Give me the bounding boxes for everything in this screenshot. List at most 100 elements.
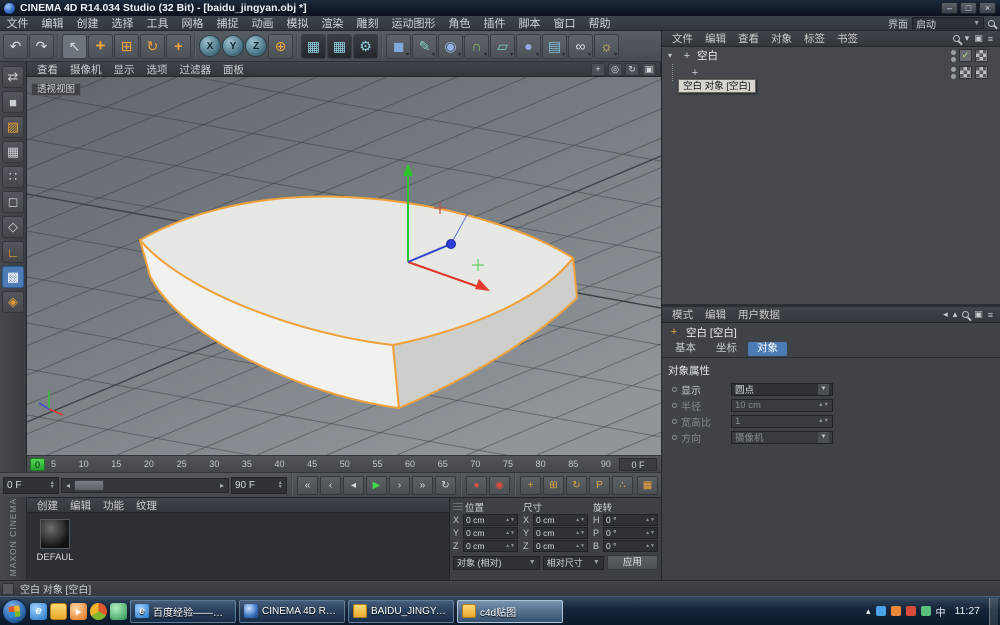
animation-dot[interactable] bbox=[672, 419, 677, 424]
move-tool-icon[interactable]: + bbox=[88, 34, 113, 59]
menu-item-6[interactable]: 捕捉 bbox=[210, 15, 245, 31]
edges-mode-icon[interactable]: ◻ bbox=[2, 191, 24, 213]
render-picture-viewer-icon[interactable]: ▦▾ bbox=[327, 34, 352, 59]
taskbar-task-cinema4d[interactable]: CINEMA 4D R14.... bbox=[239, 600, 345, 623]
size-y-field[interactable]: 0 cm▲▼ bbox=[533, 527, 588, 539]
animation-dot[interactable] bbox=[672, 387, 677, 392]
taskbar-task-baidu-folder[interactable]: BAIDU_JINGYAN ... bbox=[348, 600, 454, 623]
tab-basic[interactable]: 基本 bbox=[666, 342, 705, 356]
menu-item-10[interactable]: 雕刻 bbox=[350, 15, 385, 31]
pos-y-field[interactable]: 0 cm▲▼ bbox=[463, 527, 518, 539]
loop-icon[interactable]: ↻ bbox=[435, 476, 456, 495]
tab-object[interactable]: 对象 bbox=[748, 342, 787, 356]
apply-button[interactable]: 应用 bbox=[607, 555, 658, 570]
om-menu-item-3[interactable]: 对象 bbox=[765, 31, 798, 46]
menu-item-8[interactable]: 模拟 bbox=[280, 15, 315, 31]
menu-item-14[interactable]: 脚本 bbox=[512, 15, 547, 31]
make-editable-icon[interactable]: ⇄ bbox=[2, 66, 24, 88]
add-light-icon[interactable]: ☼▾ bbox=[594, 34, 619, 59]
visibility-dots[interactable] bbox=[951, 50, 956, 62]
am-menu-item-1[interactable]: 编辑 bbox=[699, 307, 732, 322]
search-icon[interactable] bbox=[988, 20, 995, 27]
am-up-icon[interactable]: ▴ bbox=[953, 309, 958, 320]
rot-h-field[interactable]: 0 °▲▼ bbox=[603, 514, 658, 526]
rot-p-field[interactable]: 0 °▲▼ bbox=[603, 527, 658, 539]
texture-tag-icon[interactable] bbox=[975, 49, 988, 62]
add-environment-icon[interactable]: ●▾ bbox=[516, 34, 541, 59]
viewport-menu-item-3[interactable]: 选项 bbox=[141, 62, 174, 77]
key-parameter-icon[interactable]: P bbox=[589, 476, 610, 495]
frame-slider[interactable]: ◂ ▸ bbox=[61, 478, 229, 493]
slider-left-arrow-icon[interactable]: ◂ bbox=[62, 481, 74, 490]
last-tool-icon[interactable]: + bbox=[166, 34, 191, 59]
material-menu-item-2[interactable]: 功能 bbox=[97, 498, 130, 513]
coord-mode-dropdown[interactable]: 对象 (相对)▼ bbox=[453, 556, 540, 570]
undo-icon[interactable]: ↶ bbox=[3, 34, 28, 59]
phong-tag-icon[interactable]: ✓ bbox=[959, 49, 972, 62]
om-menu-item-2[interactable]: 查看 bbox=[732, 31, 765, 46]
prev-key-icon[interactable]: ‹ bbox=[320, 476, 341, 495]
points-mode-icon[interactable]: ∷ bbox=[2, 166, 24, 188]
om-menu-item-4[interactable]: 标签 bbox=[798, 31, 831, 46]
key-scale-icon[interactable]: ⊞ bbox=[543, 476, 564, 495]
language-indicator[interactable]: 中 bbox=[936, 604, 946, 619]
animation-dot[interactable] bbox=[672, 403, 677, 408]
texture-mode-icon[interactable]: ▨ bbox=[2, 116, 24, 138]
material-menu-item-3[interactable]: 纹理 bbox=[130, 498, 163, 513]
animation-dot[interactable] bbox=[672, 435, 677, 440]
play-forward-icon[interactable]: ▶ bbox=[366, 476, 387, 495]
om-filter-icon[interactable]: ▾ bbox=[965, 33, 970, 44]
object-name[interactable]: 空白 bbox=[697, 48, 718, 63]
live-selection-icon[interactable]: ↖ bbox=[62, 34, 87, 59]
add-link-icon[interactable]: ∞▾ bbox=[568, 34, 593, 59]
viewport-menu-item-5[interactable]: 面板 bbox=[217, 62, 250, 77]
quicklaunch-app-icon[interactable] bbox=[110, 603, 127, 620]
animation-options-icon[interactable]: ▦ bbox=[637, 476, 658, 495]
tray-icon-green[interactable] bbox=[921, 606, 931, 616]
render-settings-icon[interactable]: ⚙▾ bbox=[353, 34, 378, 59]
lock-z-axis-button[interactable]: Z bbox=[245, 35, 267, 57]
tab-coordinates[interactable]: 坐标 bbox=[707, 342, 746, 356]
record-keyframe-icon[interactable]: ● bbox=[466, 476, 487, 495]
snap-mode-icon[interactable]: ◈ bbox=[2, 291, 24, 313]
am-menu-item-0[interactable]: 模式 bbox=[666, 307, 699, 322]
timeline-ruler[interactable]: 0 51015202530354045505560657075808590 0 … bbox=[27, 455, 661, 472]
expander-icon[interactable]: ▾ bbox=[668, 51, 677, 60]
material-menu-item-0[interactable]: 创建 bbox=[31, 498, 64, 513]
autokey-icon[interactable]: ◉ bbox=[489, 476, 510, 495]
am-layout-icon[interactable]: ≡ bbox=[988, 310, 993, 320]
taskbar-task-baidu[interactable]: e 百度经验——实用... bbox=[130, 600, 236, 623]
frame-end-field[interactable]: 90 F ▲▼ bbox=[231, 477, 287, 494]
viewport-menu-item-0[interactable]: 查看 bbox=[31, 62, 64, 77]
tray-icon-blue[interactable] bbox=[876, 606, 886, 616]
display-dropdown[interactable]: 圆点 ▼ bbox=[731, 383, 833, 396]
rotate-view-icon[interactable]: ↻ bbox=[625, 63, 639, 76]
show-desktop-button[interactable] bbox=[989, 598, 998, 625]
om-menu-item-5[interactable]: 书签 bbox=[831, 31, 864, 46]
add-generator-icon[interactable]: ◉▾ bbox=[438, 34, 463, 59]
redo-icon[interactable]: ↷ bbox=[29, 34, 54, 59]
viewport-menu-item-2[interactable]: 显示 bbox=[108, 62, 141, 77]
next-frame-icon[interactable]: › bbox=[389, 476, 410, 495]
object-tree[interactable]: ▾ + 空白 ✓ + 空白 对象 [空白] bbox=[662, 47, 1000, 307]
add-floor-icon[interactable]: ▱▾ bbox=[490, 34, 515, 59]
taskbar-task-c4d-textures[interactable]: c4d贴图 bbox=[457, 600, 563, 623]
spinner-icon[interactable]: ▲▼ bbox=[278, 481, 283, 490]
quicklaunch-folder-icon[interactable] bbox=[50, 603, 67, 620]
menu-item-2[interactable]: 创建 bbox=[70, 15, 105, 31]
add-deformer-icon[interactable]: ∩▾ bbox=[464, 34, 489, 59]
key-pla-icon[interactable]: ∴ bbox=[612, 476, 633, 495]
size-z-field[interactable]: 0 cm▲▼ bbox=[533, 540, 588, 552]
coordinate-system-icon[interactable]: ⊕ bbox=[268, 34, 293, 59]
slider-handle[interactable] bbox=[74, 480, 104, 491]
start-button[interactable] bbox=[2, 599, 27, 624]
goto-end-icon[interactable]: » bbox=[412, 476, 433, 495]
key-position-icon[interactable]: + bbox=[520, 476, 541, 495]
pos-z-field[interactable]: 0 cm▲▼ bbox=[463, 540, 518, 552]
maximize-button[interactable]: □ bbox=[960, 2, 977, 14]
texture-tag-icon[interactable] bbox=[975, 66, 988, 79]
am-back-icon[interactable]: ◂ bbox=[943, 309, 948, 320]
scale-tool-icon[interactable]: ⊞ bbox=[114, 34, 139, 59]
frame-start-field[interactable]: 0 F ▲▼ bbox=[3, 477, 59, 494]
material-item[interactable]: DEFAUL bbox=[32, 519, 78, 563]
